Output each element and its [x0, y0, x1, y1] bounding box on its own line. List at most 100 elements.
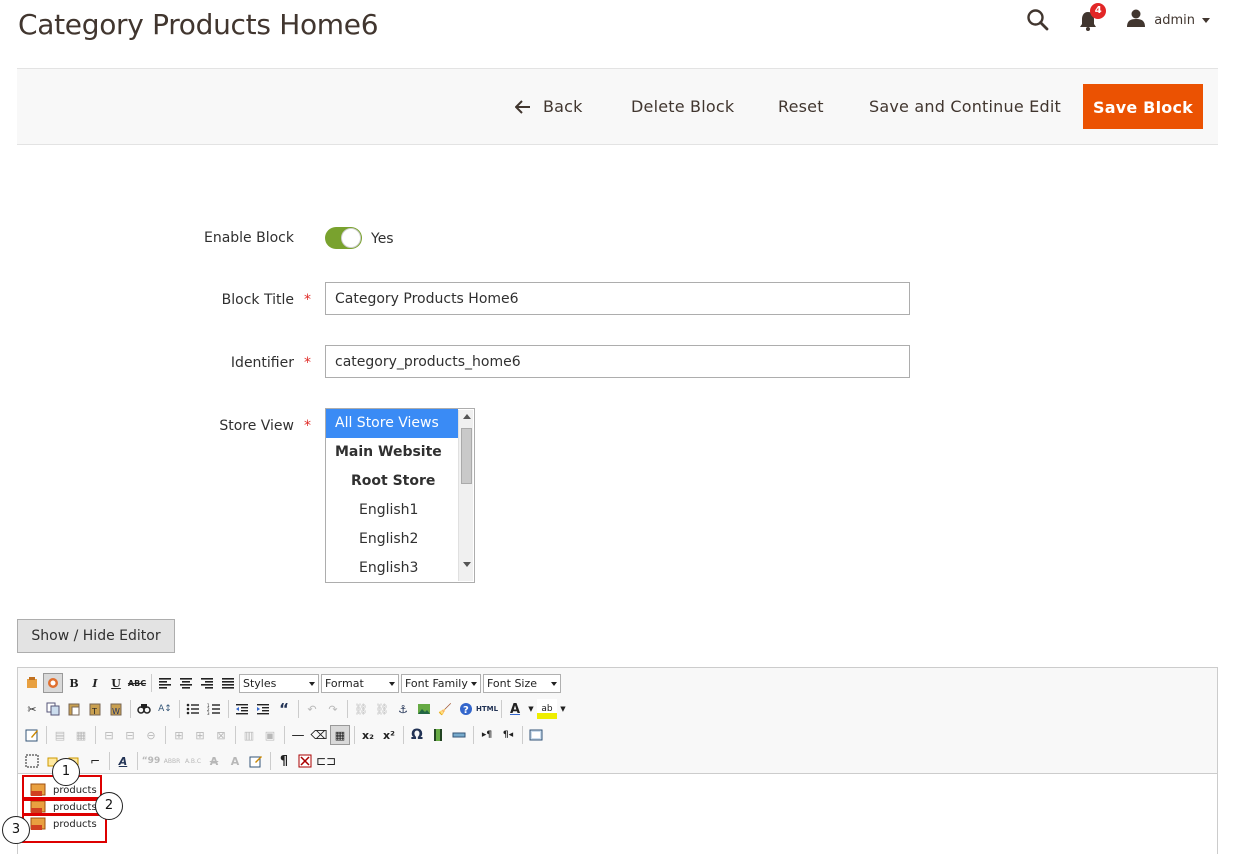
- styles-select[interactable]: Styles: [239, 673, 319, 693]
- insert-image-icon[interactable]: [43, 673, 63, 693]
- image-icon[interactable]: [414, 699, 434, 719]
- link-icon[interactable]: ⛓: [351, 699, 371, 719]
- insertion-icon[interactable]: A: [225, 751, 245, 771]
- multiselect-scrollbar[interactable]: [458, 410, 473, 581]
- align-right-icon[interactable]: [197, 673, 217, 693]
- font-family-select[interactable]: Font Family: [401, 673, 481, 693]
- nonbreaking-icon[interactable]: [295, 751, 315, 771]
- format-select[interactable]: Format: [321, 673, 399, 693]
- cut-icon[interactable]: ✂: [22, 699, 42, 719]
- undo-icon[interactable]: ↶: [302, 699, 322, 719]
- insert-hr-icon[interactable]: [449, 725, 469, 745]
- acronym-icon[interactable]: A.B.C: [183, 751, 203, 771]
- chevron-down-icon[interactable]: ▼: [526, 699, 536, 719]
- italic-icon[interactable]: I: [85, 673, 105, 693]
- scroll-up-icon[interactable]: [463, 414, 471, 419]
- style-props-icon[interactable]: A: [113, 751, 133, 771]
- block-title-input[interactable]: [325, 282, 910, 315]
- rtl-icon[interactable]: ¶◂: [498, 725, 518, 745]
- insert-layer-icon[interactable]: [22, 751, 42, 771]
- enable-block-toggle[interactable]: [325, 227, 362, 249]
- absolute-position-icon[interactable]: ⌐: [85, 751, 105, 771]
- font-size-select[interactable]: Font Size: [483, 673, 561, 693]
- align-left-icon[interactable]: [155, 673, 175, 693]
- table-row-props-icon[interactable]: ▤: [50, 725, 70, 745]
- delete-col-icon[interactable]: ⊠: [211, 725, 231, 745]
- save-and-continue-button[interactable]: Save and Continue Edit: [869, 84, 1061, 129]
- underline-icon[interactable]: U: [106, 673, 126, 693]
- remove-format-icon[interactable]: ⌫: [309, 725, 329, 745]
- special-char-icon[interactable]: Ω: [407, 725, 427, 745]
- anchor-icon[interactable]: ⚓: [393, 699, 413, 719]
- deletion-icon[interactable]: A: [204, 751, 224, 771]
- scroll-thumb[interactable]: [461, 428, 472, 484]
- insert-col-before-icon[interactable]: ⊞: [169, 725, 189, 745]
- help-icon[interactable]: ?: [456, 699, 476, 719]
- html-icon[interactable]: HTML: [476, 699, 498, 719]
- fullscreen-icon[interactable]: [526, 725, 546, 745]
- reset-button[interactable]: Reset: [778, 84, 824, 129]
- page-break-icon[interactable]: ⊏⊐: [316, 751, 336, 771]
- delete-block-button[interactable]: Delete Block: [631, 84, 734, 129]
- outdent-icon[interactable]: [232, 699, 252, 719]
- media-icon[interactable]: [428, 725, 448, 745]
- store-option-english2[interactable]: English2: [326, 525, 458, 554]
- store-option-all-store-views[interactable]: All Store Views: [326, 409, 458, 438]
- redo-icon[interactable]: ↷: [323, 699, 343, 719]
- numbered-list-icon[interactable]: 123: [204, 699, 224, 719]
- indent-icon[interactable]: [253, 699, 273, 719]
- table-cell-props-icon[interactable]: ▦: [71, 725, 91, 745]
- cite-icon[interactable]: “99: [141, 751, 161, 771]
- delete-row-icon[interactable]: ⊖: [141, 725, 161, 745]
- store-option-main-website[interactable]: Main Website: [326, 438, 458, 467]
- insert-row-before-icon[interactable]: ⊟: [99, 725, 119, 745]
- notifications-bell-icon[interactable]: 4: [1078, 3, 1107, 33]
- store-option-root-store[interactable]: Root Store: [326, 467, 458, 496]
- show-hide-editor-button[interactable]: Show / Hide Editor: [17, 619, 175, 653]
- paste-text-icon[interactable]: T: [85, 699, 105, 719]
- cleanup-icon[interactable]: 🧹: [435, 699, 455, 719]
- strikethrough-icon[interactable]: ABC: [127, 673, 147, 693]
- identifier-input[interactable]: [325, 345, 910, 378]
- annotation-callout-1: 1: [52, 758, 80, 786]
- chevron-down-icon[interactable]: ▼: [558, 699, 568, 719]
- save-block-button[interactable]: Save Block: [1083, 84, 1203, 129]
- merge-cells-icon[interactable]: ▣: [260, 725, 280, 745]
- enable-block-value: Yes: [371, 231, 394, 247]
- paste-icon[interactable]: [64, 699, 84, 719]
- blockquote-icon[interactable]: “: [274, 699, 294, 719]
- text-color-icon[interactable]: A: [505, 699, 525, 719]
- insert-row-after-icon[interactable]: ⊟: [120, 725, 140, 745]
- find-icon[interactable]: [134, 699, 154, 719]
- search-icon[interactable]: [1026, 8, 1050, 32]
- attributes-icon[interactable]: [246, 751, 266, 771]
- store-option-english3[interactable]: English3: [326, 554, 458, 582]
- insert-col-after-icon[interactable]: ⊞: [190, 725, 210, 745]
- back-button[interactable]: Back: [515, 84, 583, 129]
- show-blocks-icon[interactable]: ¶: [274, 751, 294, 771]
- admin-user-menu[interactable]: admin: [1126, 8, 1210, 32]
- superscript-icon[interactable]: x²: [379, 725, 399, 745]
- bold-icon[interactable]: B: [64, 673, 84, 693]
- split-cells-icon[interactable]: ▥: [239, 725, 259, 745]
- store-view-multiselect[interactable]: All Store Views Main Website Root Store …: [325, 408, 475, 583]
- scroll-down-icon[interactable]: [463, 562, 471, 567]
- store-option-english1[interactable]: English1: [326, 496, 458, 525]
- align-center-icon[interactable]: [176, 673, 196, 693]
- replace-icon[interactable]: A↕: [155, 699, 175, 719]
- abbr-icon[interactable]: ABBR: [162, 751, 182, 771]
- ltr-icon[interactable]: ▸¶: [477, 725, 497, 745]
- insert-widget-icon[interactable]: [22, 673, 42, 693]
- header-actions: 4 admin: [1026, 3, 1210, 34]
- visual-aid-icon[interactable]: ▦: [330, 725, 350, 745]
- bullet-list-icon[interactable]: [183, 699, 203, 719]
- copy-icon[interactable]: [43, 699, 63, 719]
- horizontal-rule-icon[interactable]: —: [288, 725, 308, 745]
- unlink-icon[interactable]: ⛓: [372, 699, 392, 719]
- subscript-icon[interactable]: x₂: [358, 725, 378, 745]
- toolbar-divider: [270, 752, 271, 770]
- table-edit-icon[interactable]: [22, 725, 42, 745]
- align-justify-icon[interactable]: [218, 673, 238, 693]
- paste-word-icon[interactable]: W: [106, 699, 126, 719]
- background-color-icon[interactable]: ab: [537, 699, 557, 719]
